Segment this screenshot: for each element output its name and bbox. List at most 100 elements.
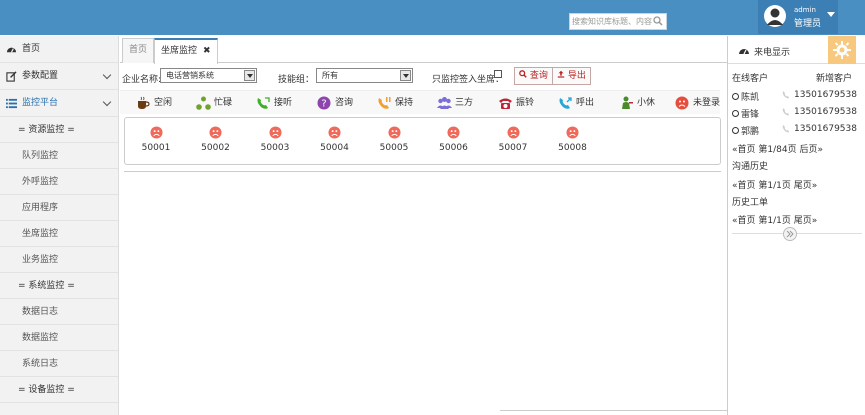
search-input[interactable]: 搜索知识库标题、内容 [569, 13, 667, 30]
user-role: 管理员 [794, 19, 822, 29]
tab-label: 坐席监控 [161, 46, 198, 56]
legend-label: 保持 [395, 98, 414, 108]
rest-icon [622, 96, 633, 109]
seat-50007[interactable]: 50007 [493, 126, 533, 153]
legend-consult: ? 咨询 [317, 95, 353, 111]
tab-home[interactable]: 首页 [122, 38, 155, 63]
settings-button[interactable] [828, 36, 856, 64]
sidebar-item-label: 监控平台 [22, 98, 59, 108]
offline-face-icon [447, 126, 460, 139]
offline-face-icon [387, 126, 401, 139]
top-bar: 搜索知识库标题、内容 admin 管理员 [0, 0, 865, 35]
seat-50003[interactable]: 50003 [255, 126, 295, 153]
sidebar-item-system-log[interactable]: 系统日志 [0, 351, 118, 377]
only-signed-checkbox[interactable] [494, 70, 502, 78]
svg-text:?: ? [321, 99, 326, 110]
legend-rest: 小休 [619, 95, 655, 111]
sidebar-item-label: 系统日志 [22, 359, 59, 369]
export-button-label: 导出 [567, 71, 586, 81]
sidebar-item-label: = 系统监控 = [18, 281, 75, 291]
customer-name: 郭鹏 [741, 127, 760, 137]
seat-number: 50006 [439, 143, 468, 153]
legend-ringing: 振铃 [498, 95, 534, 111]
tab-seat-monitor[interactable]: 坐席监控 ✖ [154, 38, 218, 64]
caller-panel-header: 来电显示 [728, 36, 865, 64]
pager-history[interactable]: «首页 第1/1页 尾页» [732, 178, 817, 191]
customer-name: 雷锋 [741, 110, 760, 120]
gear-icon [833, 41, 851, 59]
close-icon[interactable]: ✖ [203, 46, 211, 56]
seat-50002[interactable]: 50002 [196, 126, 236, 153]
caller-panel: 来电显示 在线客户 新增客户 陈凯 13501679538 雷锋 1350167953… [727, 36, 865, 415]
seat-panel: 50001 50002 50003 50004 50005 50006 50007 50008 [124, 117, 721, 165]
search-icon [519, 70, 527, 78]
history-label: 沟通历史 [732, 162, 769, 172]
user-name: admin [794, 6, 816, 14]
divider [500, 410, 727, 411]
legend-offline: 未登录 [675, 95, 720, 111]
legend-label: 小休 [637, 98, 656, 108]
sidebar-item-data-monitor[interactable]: 数据监控 [0, 325, 118, 351]
hold-phone-icon [378, 97, 391, 109]
legend-label: 空闲 [154, 98, 173, 108]
sidebar-item-home[interactable]: 首页 [0, 36, 118, 63]
legend-label: 忙碌 [214, 98, 233, 108]
sidebar-group-device: = 设备监控 = [0, 377, 118, 403]
search-icon[interactable] [653, 16, 663, 26]
seat-50004[interactable]: 50004 [315, 126, 355, 153]
collapse-button[interactable] [783, 227, 797, 241]
sidebar-group-resource: = 资源监控 = [0, 117, 118, 143]
skill-select[interactable]: 所有 [316, 68, 413, 83]
seat-number: 50004 [320, 143, 349, 153]
legend-label: 呼出 [576, 98, 595, 108]
caller-panel-title: 来电显示 [754, 48, 791, 58]
seat-50005[interactable]: 50005 [374, 126, 414, 153]
sidebar-item-params[interactable]: 参数配置 [0, 63, 118, 90]
offline-face-icon [675, 96, 689, 110]
seat-50001[interactable]: 50001 [136, 126, 176, 153]
offline-face-icon [566, 126, 579, 139]
customer-name: 陈凯 [741, 93, 760, 103]
legend-answer: 接听 [256, 95, 292, 111]
sidebar-item-seat-monitor[interactable]: 坐席监控 [0, 221, 118, 247]
sidebar-item-queue-monitor[interactable]: 队列监控 [0, 143, 118, 169]
customer-row[interactable]: 郭鹏 13501679538 [732, 124, 862, 137]
sidebar-item-label: 外呼监控 [22, 177, 59, 187]
radio-icon[interactable] [732, 110, 739, 117]
sidebar-item-label: 坐席监控 [22, 229, 59, 239]
sidebar-item-apps[interactable]: 应用程序 [0, 195, 118, 221]
sidebar-item-data-log[interactable]: 数据日志 [0, 299, 118, 325]
seat-number: 50003 [260, 143, 290, 153]
sidebar-item-monitor[interactable]: 监控平台 [0, 90, 118, 117]
chevron-down-icon [102, 97, 112, 107]
chevron-down-icon [102, 70, 112, 80]
radio-icon[interactable] [732, 93, 739, 100]
customer-row[interactable]: 陈凯 13501679538 [732, 90, 862, 103]
company-select[interactable]: 电话营销系统 [160, 68, 257, 83]
new-customer-link[interactable]: 新增客户 [816, 71, 852, 84]
radio-icon[interactable] [732, 127, 739, 134]
customer-row[interactable]: 雷锋 13501679538 [732, 107, 862, 120]
sidebar-item-business-monitor[interactable]: 业务监控 [0, 247, 118, 273]
legend-label: 振铃 [516, 98, 535, 108]
query-button[interactable]: 查询 [514, 67, 553, 85]
edit-icon [6, 71, 17, 82]
export-button[interactable]: 导出 [552, 67, 591, 85]
skill-label: 技能组： [278, 75, 315, 85]
sidebar-item-label: 业务监控 [22, 255, 59, 265]
help-icon: ? [317, 96, 331, 110]
company-label: 企业名称: [122, 75, 162, 85]
sidebar-item-outbound-monitor[interactable]: 外呼监控 [0, 169, 118, 195]
user-menu[interactable]: admin 管理员 [758, 0, 838, 34]
pager-tickets[interactable]: «首页 第1/1页 尾页» [732, 213, 817, 226]
dashboard-icon [6, 47, 17, 53]
legend-outbound: 呼出 [558, 95, 594, 111]
seat-50008[interactable]: 50008 [553, 126, 593, 153]
answer-phone-icon [257, 97, 270, 109]
pager-customers[interactable]: «首页 第1/84页 后页» [732, 142, 823, 155]
chevron-down-icon [827, 12, 835, 17]
sidebar-group-system: = 系统监控 = [0, 273, 118, 299]
seat-50006[interactable]: 50006 [434, 126, 474, 153]
legend-idle: 空闲 [136, 95, 172, 111]
legend-busy: 忙碌 [196, 95, 232, 111]
